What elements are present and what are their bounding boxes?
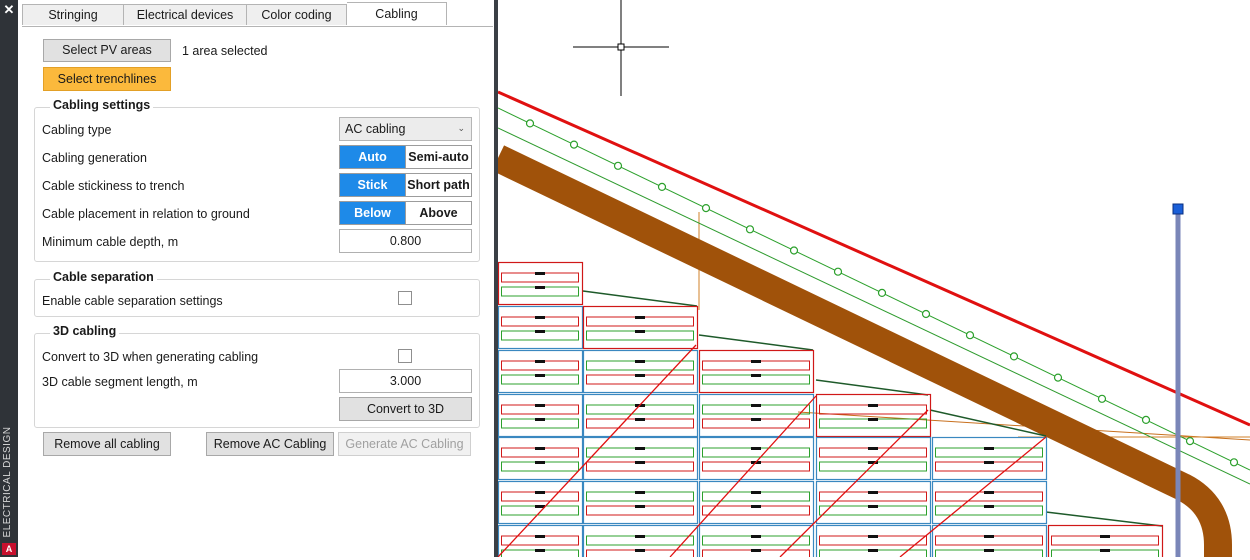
cabling-generation-toggle: Auto Semi-auto [339, 145, 472, 169]
cabling-generation-label: Cabling generation [42, 151, 147, 165]
orange-guide-lines [698, 212, 1250, 441]
string-node-icon [921, 309, 931, 319]
pv-table [497, 349, 584, 394]
stick-option-button[interactable]: Stick [340, 174, 405, 196]
string-node-icon [657, 182, 667, 191]
pv-table [497, 393, 584, 438]
convert-to-3d-button[interactable]: Convert to 3D [339, 397, 472, 421]
tab-bar: Stringing Electrical devices Color codin… [22, 2, 447, 26]
pv-table [582, 393, 699, 438]
string-node-icon [833, 267, 843, 276]
segment-length-input[interactable]: 3.000 [339, 369, 472, 393]
cabling-3d-title: 3D cabling [50, 324, 120, 338]
selection-grip[interactable] [1172, 203, 1184, 557]
pv-table [497, 436, 584, 481]
pv-table [931, 436, 1048, 481]
tab-color-coding[interactable]: Color coding [247, 4, 347, 25]
pv-table [497, 305, 584, 350]
cable-stickiness-toggle: Stick Short path [339, 173, 472, 197]
auto-option-button[interactable]: Auto [340, 146, 405, 168]
segment-length-label: 3D cable segment length, m [42, 375, 198, 389]
palette-sidebar: ✕ ELECTRICAL DESIGN A [0, 0, 18, 557]
cable-separation-title: Cable separation [50, 270, 157, 284]
min-cable-depth-label: Minimum cable depth, m [42, 235, 179, 249]
tab-cabling[interactable]: Cabling [347, 2, 447, 25]
string-node-icon [613, 161, 623, 170]
cable-placement-toggle: Below Above [339, 201, 472, 225]
pv-table [815, 524, 932, 560]
cable-placement-label: Cable placement in relation to ground [42, 207, 250, 221]
pv-table [497, 524, 584, 560]
short-path-option-button[interactable]: Short path [405, 174, 471, 196]
pv-table [582, 436, 699, 481]
convert-3d-checkbox[interactable] [398, 349, 412, 363]
string-node-icon [1053, 373, 1063, 382]
select-pv-areas-button[interactable]: Select PV areas [43, 39, 171, 62]
pv-table [815, 480, 932, 525]
string-node-icon [1229, 458, 1239, 467]
pv-table [698, 393, 815, 438]
pv-table [698, 480, 815, 525]
string-node-icon [965, 331, 975, 340]
string-node-icon [569, 140, 579, 149]
string-node-icon [877, 288, 887, 297]
string-node-icon [1185, 437, 1195, 446]
pv-table [698, 349, 815, 394]
string-node-icon [701, 204, 711, 213]
pv-table [931, 524, 1048, 560]
trench-line[interactable] [491, 145, 1232, 560]
remove-all-cabling-button[interactable]: Remove all cabling [43, 432, 171, 456]
convert-3d-label: Convert to 3D when generating cabling [42, 350, 259, 364]
tab-divider [22, 26, 493, 27]
pv-table [931, 480, 1048, 525]
tab-electrical-devices[interactable]: Electrical devices [124, 4, 247, 25]
pv-table [698, 436, 815, 481]
pv-table [582, 524, 699, 560]
above-option-button[interactable]: Above [405, 202, 471, 224]
pv-table [1047, 524, 1164, 560]
string-node-icon [745, 225, 755, 234]
pv-table [582, 305, 699, 350]
min-cable-depth-input[interactable]: 0.800 [339, 229, 472, 253]
below-option-button[interactable]: Below [340, 202, 405, 224]
cabling-panel: Stringing Electrical devices Color codin… [18, 0, 495, 557]
string-node-icon [789, 246, 799, 255]
cabling-settings-title: Cabling settings [50, 98, 154, 112]
chevron-down-icon: ⌄ [457, 123, 465, 133]
close-icon[interactable]: ✕ [0, 2, 18, 18]
string-node-icon [1097, 394, 1107, 403]
palette-title: ELECTRICAL DESIGN [2, 426, 13, 538]
cabling-type-label: Cabling type [42, 123, 112, 137]
enable-separation-label: Enable cable separation settings [42, 294, 223, 308]
pv-table [582, 480, 699, 525]
cad-drawing[interactable] [491, 0, 1250, 560]
pv-table [815, 436, 932, 481]
string-node-icon [525, 119, 535, 128]
crosshair-cursor-icon [573, 0, 669, 96]
remove-ac-cabling-button[interactable]: Remove AC Cabling [206, 432, 334, 456]
pv-table [497, 261, 584, 306]
cad-drawing-canvas[interactable] [491, 0, 1250, 560]
string-node-icon [1141, 415, 1151, 424]
cabling-type-value: AC cabling [345, 122, 406, 136]
select-trenchlines-button[interactable]: Select trenchlines [43, 67, 171, 91]
app-logo-icon: A [2, 543, 16, 555]
selection-status: 1 area selected [182, 44, 268, 58]
enable-separation-checkbox[interactable] [398, 291, 412, 305]
string-line[interactable] [497, 107, 1250, 471]
tab-stringing[interactable]: Stringing [22, 4, 124, 25]
string-node-icon [1009, 352, 1019, 361]
pv-table [815, 393, 932, 438]
cabling-type-dropdown[interactable]: AC cabling ⌄ [339, 117, 472, 141]
pv-table [497, 480, 584, 525]
semi-auto-option-button[interactable]: Semi-auto [405, 146, 471, 168]
generate-ac-cabling-button[interactable]: Generate AC Cabling [338, 432, 471, 456]
cable-stickiness-label: Cable stickiness to trench [42, 179, 185, 193]
pv-table [582, 349, 699, 394]
